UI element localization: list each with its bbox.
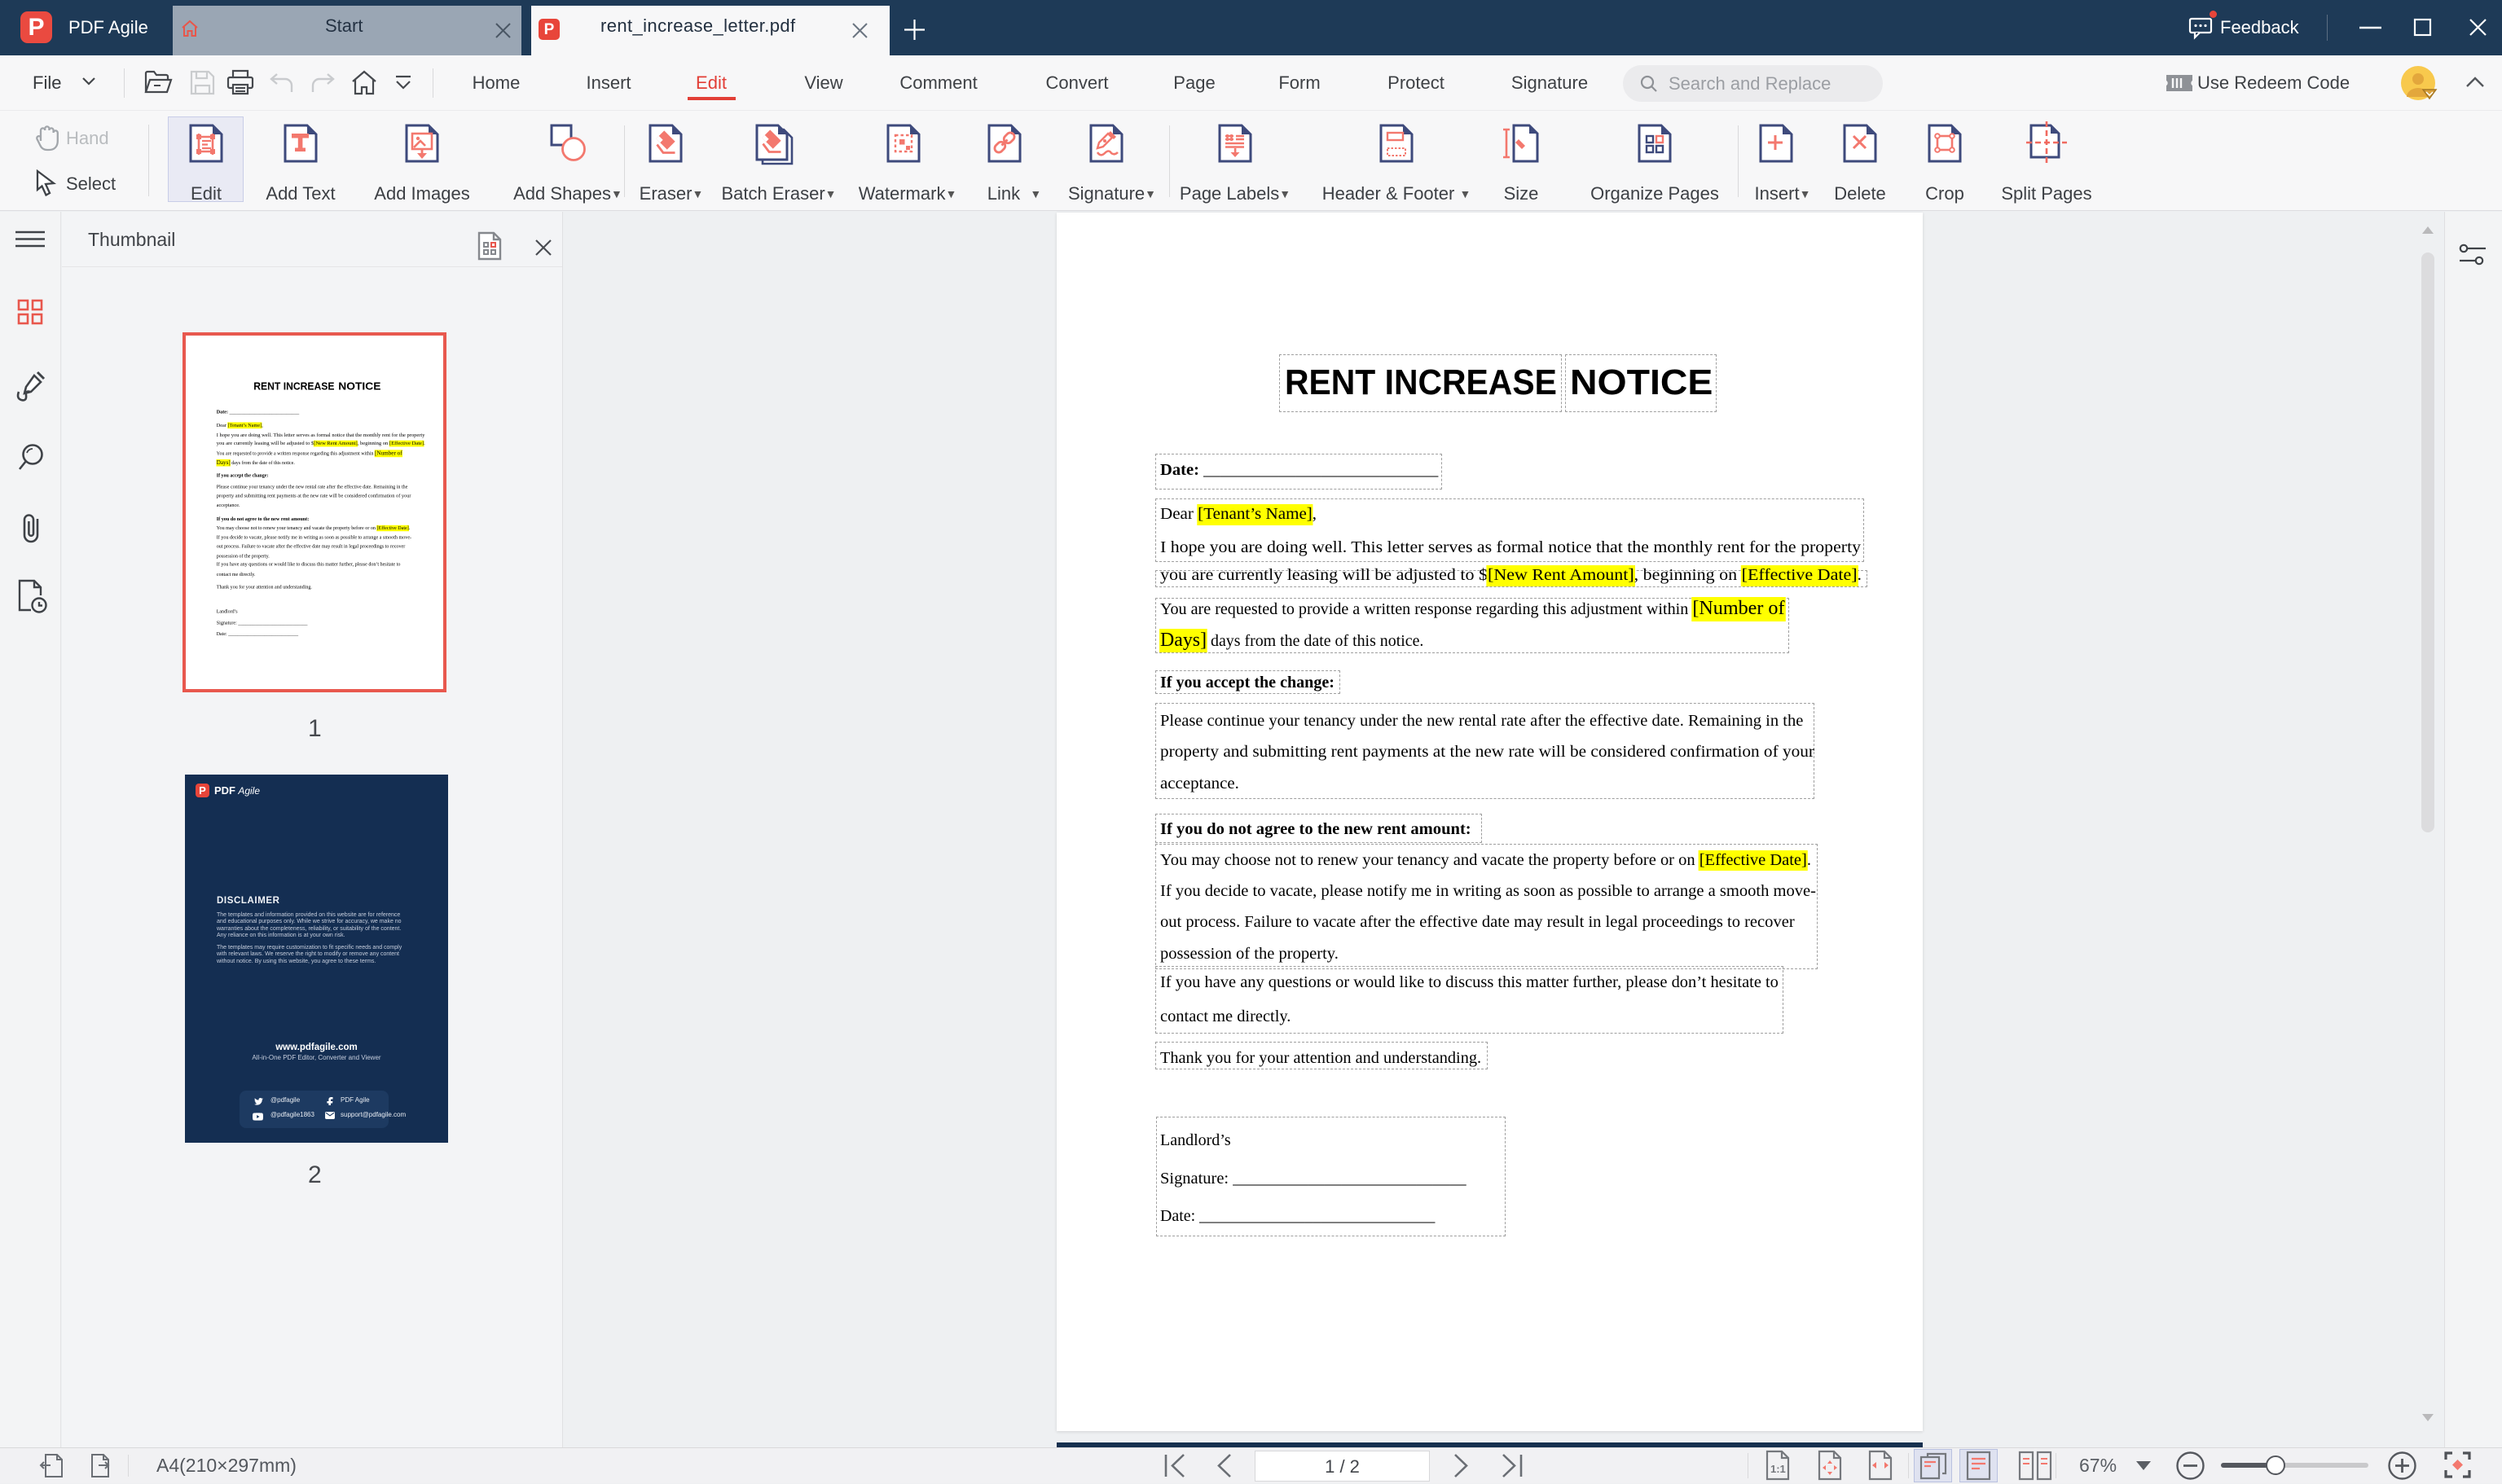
svg-text:1:1: 1:1: [1770, 1463, 1786, 1475]
